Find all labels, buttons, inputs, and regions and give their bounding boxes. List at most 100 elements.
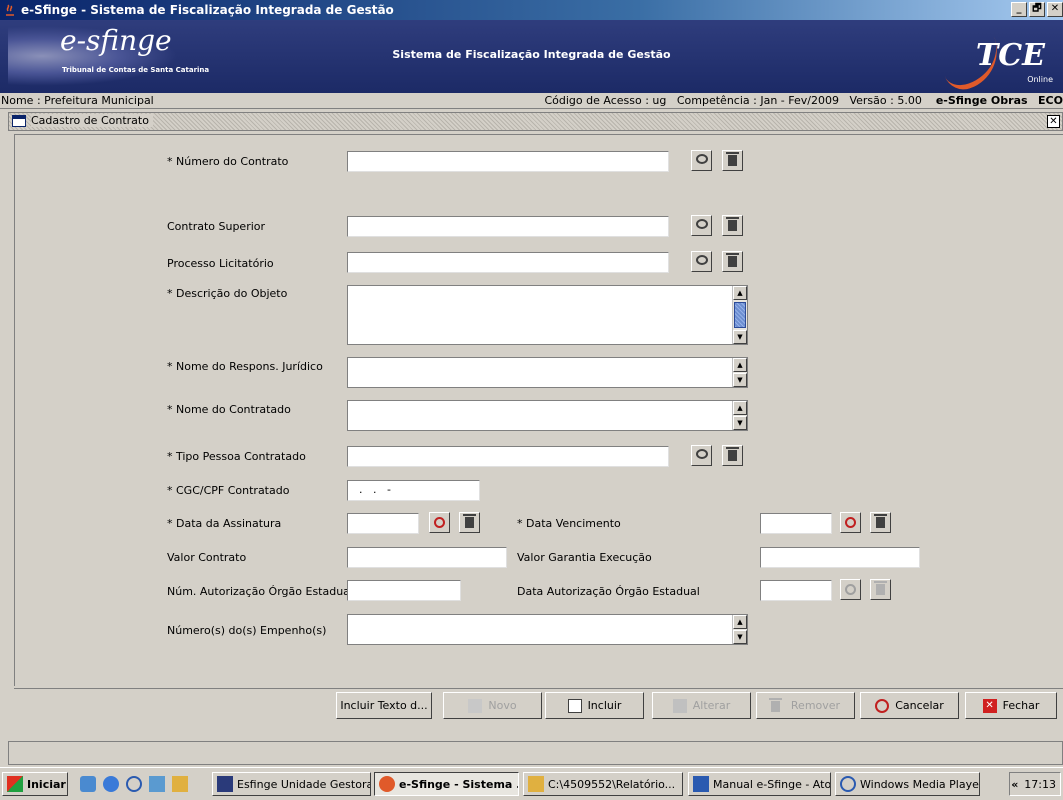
media-player-icon[interactable] xyxy=(126,776,142,792)
competencia: Competência : Jan - Fev/2009 xyxy=(676,94,839,107)
search-button[interactable] xyxy=(691,445,712,466)
label-data-autorizacao: Data Autorização Órgão Estadual xyxy=(517,585,700,598)
versao: Versão : 5.00 xyxy=(849,94,922,107)
data-autorizacao-input[interactable] xyxy=(760,580,832,601)
label-numero-contrato: * Número do Contrato xyxy=(167,155,289,168)
taskbar-item[interactable]: Windows Media Player xyxy=(835,772,980,796)
novo-button[interactable]: Novo xyxy=(443,692,542,719)
scroll-up-icon[interactable]: ▲ xyxy=(733,286,747,300)
descricao-objeto-textarea[interactable]: ▲ ▼ xyxy=(347,285,748,345)
valor-contrato-input[interactable] xyxy=(347,547,507,568)
tce-subtitle: Online xyxy=(1027,75,1053,84)
calendar-button[interactable] xyxy=(840,512,861,533)
maximize-button[interactable]: 🗗 xyxy=(1029,2,1045,17)
remover-button[interactable]: Remover xyxy=(756,692,855,719)
label-valor-garantia: Valor Garantia Execução xyxy=(517,551,652,564)
search-button[interactable] xyxy=(691,251,712,272)
fechar-label: Fechar xyxy=(1002,699,1040,712)
show-desktop-icon[interactable] xyxy=(149,776,165,792)
minimize-button[interactable]: _ xyxy=(1011,2,1027,17)
scroll-thumb[interactable] xyxy=(734,302,746,328)
codigo-acesso: Código de Acesso : ug xyxy=(544,94,667,107)
scroll-down-icon[interactable]: ▼ xyxy=(733,373,747,387)
window-title: e-Sfinge - Sistema de Fiscalização Integ… xyxy=(21,3,394,17)
banner-title: Sistema de Fiscalização Integrada de Ges… xyxy=(392,48,671,61)
scroll-down-icon[interactable]: ▼ xyxy=(733,330,747,344)
clock-icon xyxy=(845,584,856,595)
calendar-button[interactable] xyxy=(840,579,861,600)
incluir-texto-button[interactable]: Incluir Texto d... xyxy=(336,692,432,719)
frame-title: Cadastro de Contrato xyxy=(31,114,153,127)
window-title-bar[interactable]: e-Sfinge - Sistema de Fiscalização Integ… xyxy=(0,0,1063,20)
clear-button[interactable] xyxy=(870,579,891,600)
numero-contrato-input[interactable] xyxy=(347,151,669,172)
close-button[interactable]: ✕ xyxy=(1047,2,1063,17)
tipo-pessoa-input[interactable] xyxy=(347,446,669,467)
scroll-up-icon[interactable]: ▲ xyxy=(733,615,747,629)
edit-icon xyxy=(672,698,687,713)
nome-respons-juridico-textarea[interactable]: ▲ ▼ xyxy=(347,357,748,388)
alterar-button[interactable]: Alterar xyxy=(652,692,751,719)
media-player-icon xyxy=(840,776,856,792)
scroll-down-icon[interactable]: ▼ xyxy=(733,416,747,430)
num-autorizacao-input[interactable] xyxy=(347,580,461,601)
cancelar-label: Cancelar xyxy=(895,699,944,712)
trash-icon xyxy=(463,514,476,528)
data-vencimento-input[interactable] xyxy=(760,513,832,534)
clear-button[interactable] xyxy=(722,215,743,236)
trash-icon xyxy=(874,581,887,595)
modulo: e-Sfinge Obras xyxy=(935,94,1028,107)
clear-button[interactable] xyxy=(722,150,743,171)
scrollbar[interactable]: ▲ ▼ xyxy=(732,286,747,344)
data-assinatura-input[interactable] xyxy=(347,513,419,534)
taskbar-item[interactable]: Esfinge Unidade Gestora xyxy=(212,772,371,796)
frame-close-button[interactable]: ✕ xyxy=(1047,115,1060,128)
clear-button[interactable] xyxy=(722,445,743,466)
quicklaunch-icon[interactable] xyxy=(80,776,96,792)
scrollbar[interactable]: ▲ ▼ xyxy=(732,401,747,430)
calendar-button[interactable] xyxy=(429,512,450,533)
folder-icon[interactable] xyxy=(172,776,188,792)
trash-icon xyxy=(726,253,739,267)
session-info: Código de Acesso : ug Competência : Jan … xyxy=(544,94,1063,107)
logo-subtitle: Tribunal de Contas de Santa Catarina xyxy=(62,66,210,74)
internet-explorer-icon[interactable] xyxy=(103,776,119,792)
label-valor-contrato: Valor Contrato xyxy=(167,551,247,564)
scroll-up-icon[interactable]: ▲ xyxy=(733,358,747,372)
trash-icon xyxy=(726,152,739,166)
cancelar-button[interactable]: Cancelar xyxy=(860,692,959,719)
fechar-button[interactable]: ✕ Fechar xyxy=(965,692,1057,719)
search-icon xyxy=(695,255,708,265)
valor-garantia-input[interactable] xyxy=(760,547,920,568)
label-data-assinatura: * Data da Assinatura xyxy=(167,517,282,530)
clear-button[interactable] xyxy=(459,512,480,533)
search-button[interactable] xyxy=(691,215,712,236)
new-document-icon xyxy=(468,698,483,713)
scroll-down-icon[interactable]: ▼ xyxy=(733,630,747,644)
label-contrato-superior: Contrato Superior xyxy=(167,220,266,233)
clear-button[interactable] xyxy=(870,512,891,533)
start-button[interactable]: Iniciar xyxy=(2,772,68,796)
incluir-button[interactable]: Incluir xyxy=(545,692,644,719)
internal-frame-title-bar[interactable]: Cadastro de Contrato ✕ xyxy=(8,112,1063,131)
clear-button[interactable] xyxy=(722,251,743,272)
scrollbar[interactable]: ▲ ▼ xyxy=(732,615,747,644)
cgc-cpf-input[interactable]: . . - xyxy=(347,480,480,501)
empenhos-textarea[interactable]: ▲ ▼ xyxy=(347,614,748,645)
nome-contratado-textarea[interactable]: ▲ ▼ xyxy=(347,400,748,431)
trash-icon xyxy=(726,447,739,461)
processo-licitatorio-input[interactable] xyxy=(347,252,669,273)
scroll-up-icon[interactable]: ▲ xyxy=(733,401,747,415)
status-bar xyxy=(8,741,1063,765)
tray-expand-icon[interactable]: « xyxy=(1011,778,1018,791)
tce-logo: TCE xyxy=(975,38,1045,73)
search-button[interactable] xyxy=(691,150,712,171)
label-nome-respons-juridico: * Nome do Respons. Jurídico xyxy=(167,360,323,373)
taskbar-item[interactable]: Manual e-Sfinge - Ato... xyxy=(688,772,831,796)
taskbar-item-active[interactable]: e-Sfinge - Sistema ... xyxy=(374,772,519,796)
remover-label: Remover xyxy=(790,699,841,712)
taskbar-item[interactable]: C:\4509552\Relatório... xyxy=(523,772,683,796)
trash-icon xyxy=(726,217,739,231)
contrato-superior-input[interactable] xyxy=(347,216,669,237)
scrollbar[interactable]: ▲ ▼ xyxy=(732,358,747,387)
